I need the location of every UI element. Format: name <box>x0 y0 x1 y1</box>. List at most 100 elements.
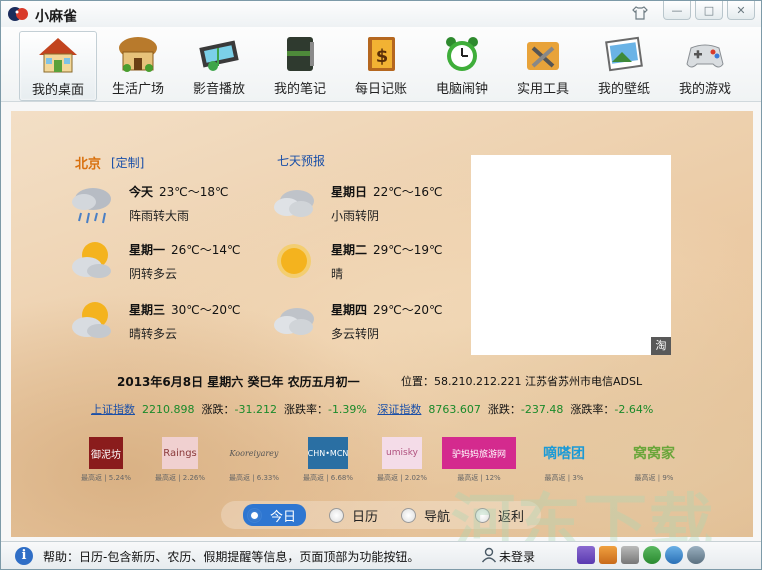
shenzhen-change: -237.48 <box>520 403 564 416</box>
maximize-button[interactable]: □ <box>695 1 723 20</box>
sparrow-logo-icon <box>8 7 28 21</box>
weather-day: 星期日 22℃～16℃ 小雨转阴 <box>271 181 471 233</box>
taobao-ad-box[interactable]: 淘 <box>471 155 671 355</box>
gear-icon[interactable] <box>687 546 705 564</box>
weather-day-name: 今天 <box>129 185 154 199</box>
tab-label: 返利 <box>498 509 525 525</box>
tab-label: 导航 <box>424 509 451 525</box>
radio-icon <box>329 507 344 523</box>
weather-condition: 晴 <box>331 267 344 281</box>
brand-logo: 嘀嗒团 <box>543 446 585 462</box>
radio-icon <box>401 507 416 523</box>
brand-rebate: 最高返 | 2.26% <box>154 474 206 482</box>
tool-my-games[interactable]: 我的游戏 <box>667 31 743 99</box>
tool-media-player[interactable]: 影音播放 <box>181 31 257 99</box>
brand-tile[interactable]: 嘀嗒团 最高返 | 3% <box>529 437 599 487</box>
brand-logo: Kooreiyarey <box>229 448 279 458</box>
brand-logo: 驴妈妈旅游网 <box>442 437 516 469</box>
tool-utilities[interactable]: 实用工具 <box>505 31 581 99</box>
login-status[interactable]: 未登录 <box>499 548 535 565</box>
date-line: 2013年6月8日 星期六 癸巳年 农历五月初一 <box>117 375 360 389</box>
tab-calendar[interactable]: 日历 <box>329 506 378 525</box>
weather-day: 星期二 29℃～19℃ 晴 <box>271 239 471 291</box>
brand-tile[interactable]: CHN•MCN 最高返 | 6.68% <box>293 437 363 487</box>
tool-my-desktop[interactable]: 我的桌面 <box>19 31 97 101</box>
weather-condition: 晴转多云 <box>129 327 178 341</box>
user-icon[interactable] <box>481 547 497 563</box>
weather-city: 北京 <box>75 157 102 172</box>
brand-rebate: 最高返 | 5.24% <box>80 474 132 482</box>
game-icon[interactable] <box>621 546 639 564</box>
weather-condition: 阵雨转大雨 <box>129 209 190 223</box>
weather-temp: 26℃～14℃ <box>171 243 241 257</box>
title-bar[interactable]: 小麻雀 — □ ✕ <box>1 1 761 27</box>
tool-life-plaza[interactable]: 生活广场 <box>100 31 176 99</box>
brand-tile[interactable]: 驴妈妈旅游网 最高返 | 12% <box>441 437 517 487</box>
tool-wallpaper[interactable]: 我的壁纸 <box>586 31 662 99</box>
brand-tile[interactable]: Kooreiyarey 最高返 | 6.33% <box>219 437 289 487</box>
sun-icon <box>277 244 311 278</box>
weather-day-name: 星期二 <box>331 243 368 257</box>
minimize-icon: — <box>671 3 683 17</box>
tool-label: 电脑闹钟 <box>435 82 488 97</box>
theme-icon[interactable] <box>577 546 595 564</box>
tab-rebate[interactable]: 返利 <box>475 506 525 525</box>
minimize-button[interactable]: — <box>663 1 691 20</box>
tool-label: 我的游戏 <box>678 82 731 97</box>
weather-day-name: 星期日 <box>331 185 368 199</box>
brand-tile[interactable]: umisky 最高返 | 2.02% <box>367 437 437 487</box>
rebate-brands: 御泥坊 最高返 | 5.24% Raings 最高返 | 2.26% Koore… <box>71 437 711 487</box>
wallpaper-icon <box>605 36 643 72</box>
app-window: 小麻雀 — □ ✕ 我的桌面 生活广场 影音播放 我的笔记 $ 每日记账 电脑闹… <box>0 0 762 570</box>
home-icon[interactable] <box>599 546 617 564</box>
tool-label: 我的桌面 <box>31 83 84 98</box>
weather-day: 星期四 29℃～20℃ 多云转阴 <box>271 299 471 351</box>
search-icon[interactable] <box>665 546 683 564</box>
close-icon: ✕ <box>736 3 746 17</box>
brand-rebate: 最高返 | 6.68% <box>302 474 354 482</box>
brand-logo: Raings <box>162 437 198 469</box>
seven-day-forecast-link[interactable]: 七天预报 <box>277 152 325 169</box>
shenzhen-index-link[interactable]: 深证指数 <box>377 403 421 416</box>
brand-rebate: 最高返 | 3% <box>544 474 584 482</box>
brand-logo: 御泥坊 <box>89 437 123 469</box>
rate-label: 涨跌率： <box>570 403 615 416</box>
sun-cloud-icon <box>72 302 111 338</box>
stock-ticker: 上证指数 2210.898 涨跌：-31.212 涨跌率：-1.39% 深证指数… <box>91 401 653 417</box>
weather-temp: 30℃～20℃ <box>171 303 241 317</box>
tab-today[interactable]: 今日 <box>243 504 307 526</box>
maximize-icon: □ <box>703 3 715 17</box>
shanghai-rate: -1.39% <box>327 403 367 416</box>
shenzhen-index-value: 8763.607 <box>428 403 481 416</box>
brand-rebate: 最高返 | 2.02% <box>376 474 428 482</box>
ledger-dollar-icon: $ <box>368 37 395 71</box>
house-icon <box>39 38 77 73</box>
notebook-icon <box>287 37 314 71</box>
globe-icon[interactable] <box>643 546 661 564</box>
tool-my-notes[interactable]: 我的笔记 <box>262 31 338 99</box>
brand-tile[interactable]: 窝窝家 最高返 | 9% <box>619 437 689 487</box>
tools-icon <box>527 42 559 70</box>
weather-day-name: 星期三 <box>129 303 166 317</box>
shenzhen-rate: -2.64% <box>614 403 654 416</box>
close-button[interactable]: ✕ <box>727 1 755 20</box>
customize-city-link[interactable]: [定制] <box>111 154 144 171</box>
cloud-icon <box>274 308 314 335</box>
brand-tile[interactable]: 御泥坊 最高返 | 5.24% <box>71 437 141 487</box>
status-bar: i 帮助：日历-包含新历、农历、假期提醒等信息，页面顶部为功能按钮。 未登录 <box>1 541 761 569</box>
skin-shirt-icon[interactable] <box>631 5 649 21</box>
weather-temp: 23℃～18℃ <box>159 185 229 199</box>
weather-day-name: 星期四 <box>331 303 368 317</box>
tool-alarm-clock[interactable]: 电脑闹钟 <box>424 31 500 99</box>
tab-navigation[interactable]: 导航 <box>401 506 451 525</box>
svg-text:$: $ <box>376 46 389 67</box>
shanghai-index-link[interactable]: 上证指数 <box>91 403 135 416</box>
tool-daily-ledger[interactable]: $ 每日记账 <box>343 31 419 99</box>
weather-condition: 阴转多云 <box>129 267 178 281</box>
tool-label: 我的壁纸 <box>597 82 650 97</box>
brand-tile[interactable]: Raings 最高返 | 2.26% <box>145 437 215 487</box>
tab-label: 今日 <box>270 509 297 525</box>
tool-label: 影音播放 <box>192 82 245 97</box>
gamepad-icon <box>686 44 724 68</box>
view-tabs: 今日 日历 导航 返利 <box>221 501 541 529</box>
